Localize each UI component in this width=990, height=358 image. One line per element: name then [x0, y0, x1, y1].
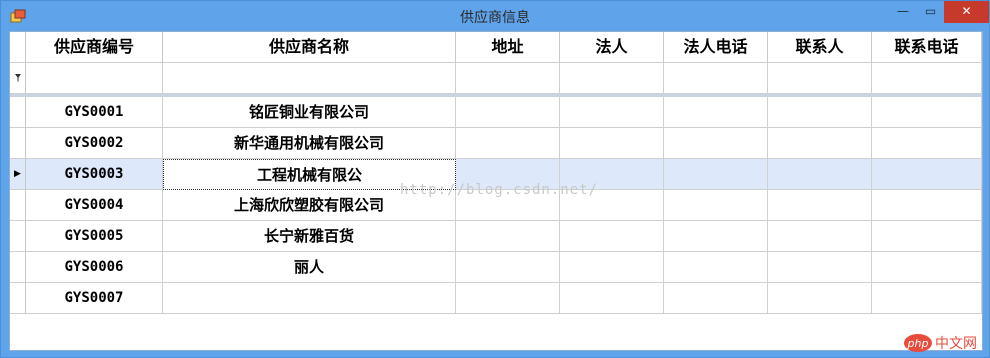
- filter-cell-name[interactable]: [163, 63, 456, 94]
- cell-legal-phone[interactable]: [664, 159, 768, 190]
- filter-cell-legal-person[interactable]: [560, 63, 664, 94]
- cell-supplier-name[interactable]: [163, 283, 456, 314]
- filter-cell-address[interactable]: [456, 63, 560, 94]
- cell-legal-phone[interactable]: [664, 97, 768, 128]
- current-row-indicator[interactable]: ▶: [10, 159, 26, 190]
- cell-supplier-code[interactable]: GYS0003: [26, 159, 163, 190]
- cell-legal-phone[interactable]: [664, 283, 768, 314]
- column-header-legal-person[interactable]: 法人: [560, 32, 664, 63]
- cell-address[interactable]: [456, 252, 560, 283]
- cell-address[interactable]: [456, 221, 560, 252]
- filter-cell-legal-phone[interactable]: [664, 63, 768, 94]
- cell-contact-phone[interactable]: [872, 128, 982, 159]
- cell-supplier-name[interactable]: 丽人: [163, 252, 456, 283]
- cell-legal-person[interactable]: [560, 283, 664, 314]
- close-button[interactable]: ✕: [944, 1, 989, 23]
- watermark: http://blog.csdn.net/: [400, 182, 599, 198]
- cell-contact-phone[interactable]: [872, 283, 982, 314]
- cell-supplier-name[interactable]: 新华通用机械有限公司: [163, 128, 456, 159]
- cell-contact[interactable]: [768, 283, 872, 314]
- row-header[interactable]: [10, 128, 26, 159]
- table-row[interactable]: GYS0001 铭匠铜业有限公司: [10, 97, 982, 128]
- window-title: 供应商信息: [460, 10, 530, 26]
- cell-supplier-code[interactable]: GYS0002: [26, 128, 163, 159]
- table-row[interactable]: GYS0006 丽人: [10, 252, 982, 283]
- cell-legal-person[interactable]: [560, 221, 664, 252]
- table-row[interactable]: GYS0002 新华通用机械有限公司: [10, 128, 982, 159]
- column-header-address[interactable]: 地址: [456, 32, 560, 63]
- filter-row: [10, 63, 982, 94]
- logo-site-text: 中文网: [935, 336, 977, 352]
- cell-contact-phone[interactable]: [872, 221, 982, 252]
- logo-php-text: php: [907, 337, 929, 350]
- row-header-corner[interactable]: [10, 32, 26, 63]
- minimize-button[interactable]: —: [889, 1, 917, 23]
- cell-contact[interactable]: [768, 252, 872, 283]
- title-bar[interactable]: 供应商信息 — ▭ ✕: [1, 1, 989, 31]
- table-row[interactable]: GYS0005 长宁新雅百货: [10, 221, 982, 252]
- cell-address[interactable]: [456, 97, 560, 128]
- row-header[interactable]: [10, 283, 26, 314]
- cell-supplier-name[interactable]: 长宁新雅百货: [163, 221, 456, 252]
- row-header[interactable]: [10, 97, 26, 128]
- column-header-legal-phone[interactable]: 法人电话: [664, 32, 768, 63]
- cell-supplier-code[interactable]: GYS0004: [26, 190, 163, 221]
- cell-contact-phone[interactable]: [872, 159, 982, 190]
- maximize-button[interactable]: ▭: [917, 1, 944, 23]
- cell-legal-phone[interactable]: [664, 128, 768, 159]
- column-header-code[interactable]: 供应商编号: [26, 32, 163, 63]
- column-header-contact[interactable]: 联系人: [768, 32, 872, 63]
- cell-contact[interactable]: [768, 128, 872, 159]
- filter-cell-contact[interactable]: [768, 63, 872, 94]
- cell-supplier-code[interactable]: GYS0001: [26, 97, 163, 128]
- cell-legal-person[interactable]: [560, 128, 664, 159]
- data-grid-view[interactable]: 供应商编号 供应商名称 地址 法人 法人电话 联系人 联系电话 GYS0001 …: [9, 31, 983, 351]
- supplier-window: 供应商信息 — ▭ ✕ 供应商编号 供应商名称 地址 法人 法人电话 联系人 联…: [0, 0, 990, 358]
- cell-address[interactable]: [456, 128, 560, 159]
- filter-cell-code[interactable]: [26, 63, 163, 94]
- row-header[interactable]: [10, 221, 26, 252]
- cell-contact-phone[interactable]: [872, 252, 982, 283]
- filter-cell-contact-phone[interactable]: [872, 63, 982, 94]
- cell-contact[interactable]: [768, 221, 872, 252]
- header-row: 供应商编号 供应商名称 地址 法人 法人电话 联系人 联系电话: [10, 32, 982, 63]
- row-header[interactable]: [10, 252, 26, 283]
- cell-contact[interactable]: [768, 190, 872, 221]
- cell-supplier-name[interactable]: 铭匠铜业有限公司: [163, 97, 456, 128]
- filter-icon: [10, 63, 26, 94]
- cell-supplier-code[interactable]: GYS0006: [26, 252, 163, 283]
- table-row[interactable]: GYS0007: [10, 283, 982, 314]
- cell-legal-phone[interactable]: [664, 252, 768, 283]
- cell-address[interactable]: [456, 283, 560, 314]
- column-header-contact-phone[interactable]: 联系电话: [872, 32, 982, 63]
- cell-legal-phone[interactable]: [664, 190, 768, 221]
- cell-contact[interactable]: [768, 159, 872, 190]
- php-cn-logo: php 中文网: [904, 334, 977, 352]
- cell-contact[interactable]: [768, 97, 872, 128]
- cell-legal-person[interactable]: [560, 97, 664, 128]
- cell-contact-phone[interactable]: [872, 190, 982, 221]
- cell-legal-person[interactable]: [560, 252, 664, 283]
- cell-supplier-code[interactable]: GYS0007: [26, 283, 163, 314]
- column-header-name[interactable]: 供应商名称: [163, 32, 456, 63]
- row-header[interactable]: [10, 190, 26, 221]
- cell-contact-phone[interactable]: [872, 97, 982, 128]
- cell-legal-phone[interactable]: [664, 221, 768, 252]
- cell-supplier-code[interactable]: GYS0005: [26, 221, 163, 252]
